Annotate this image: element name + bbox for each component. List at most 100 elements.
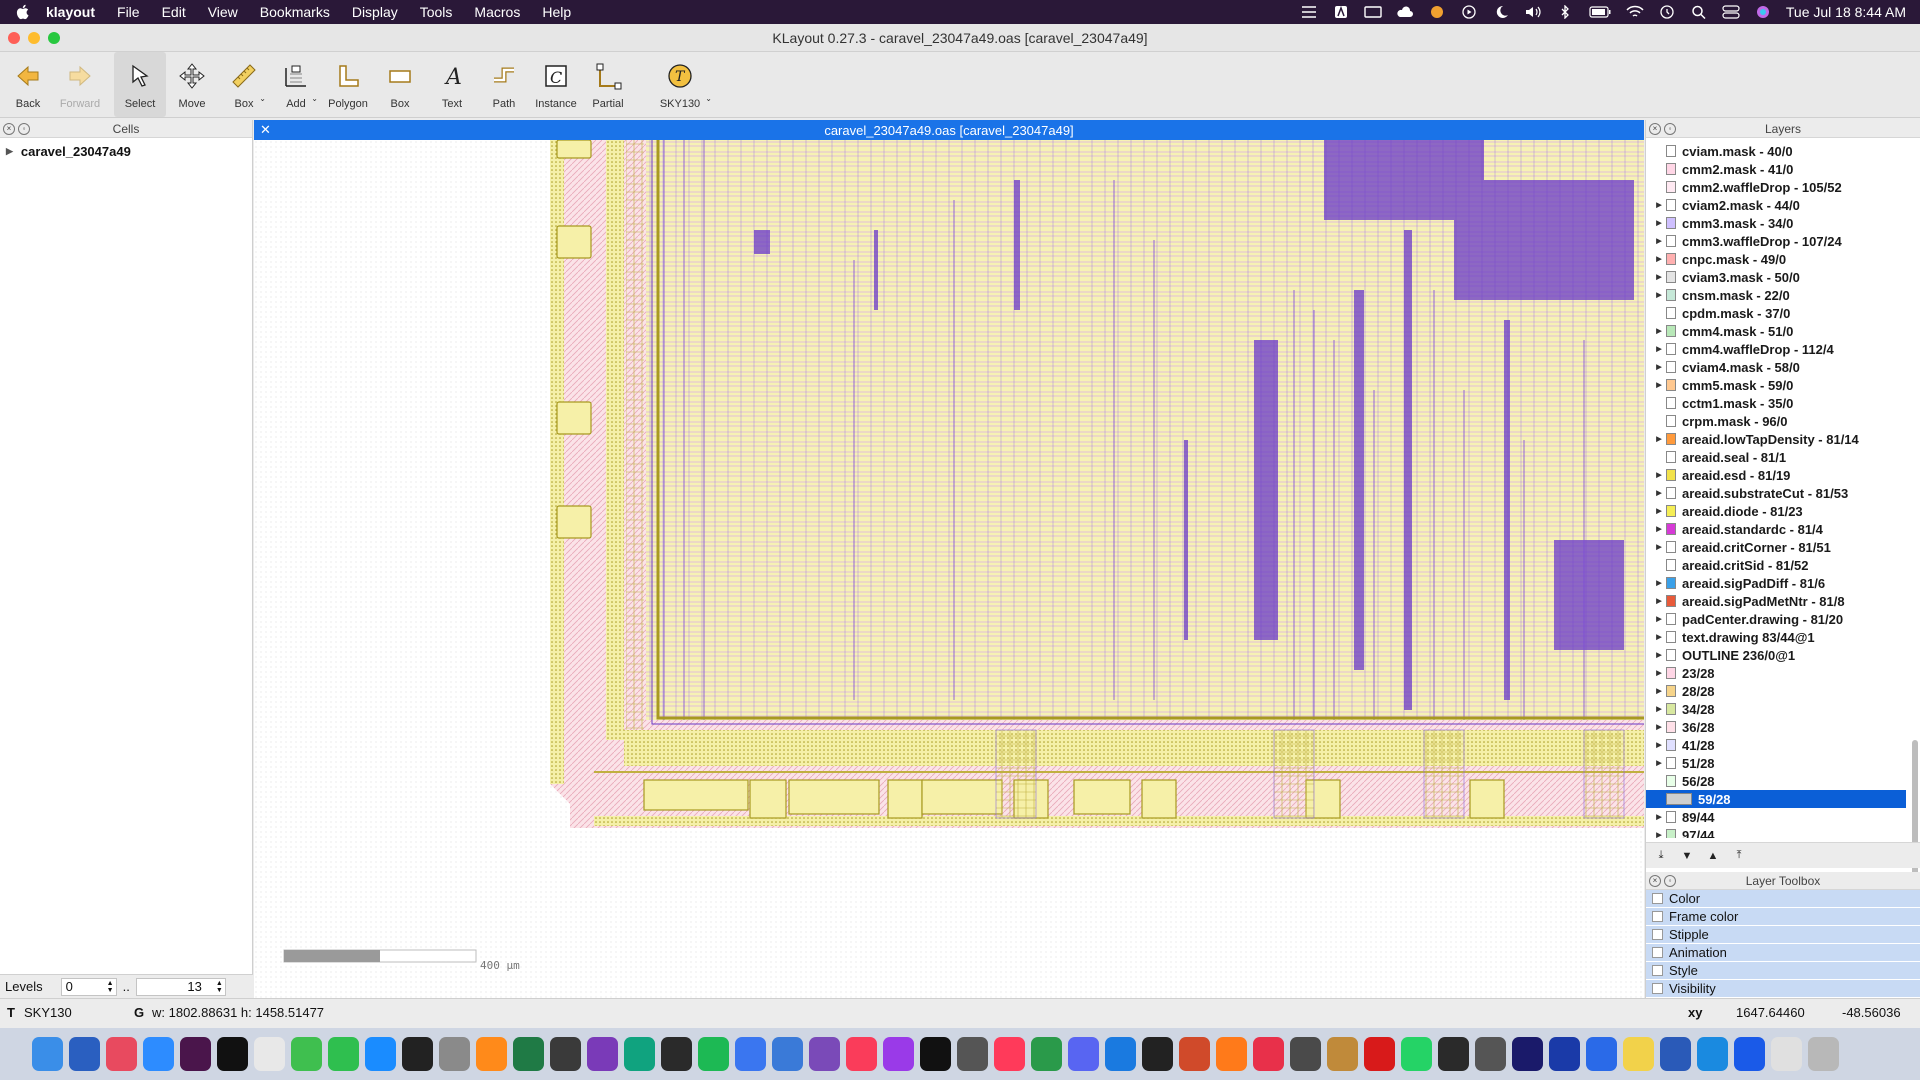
expand-triangle-icon[interactable]: ▶ (1654, 705, 1664, 713)
level-to-stepper[interactable]: 13 ▲ ▼ (135, 977, 226, 996)
excel-icon[interactable] (513, 1037, 544, 1071)
menu-clock[interactable]: Tue Jul 18 8:44 AM (1786, 4, 1906, 20)
layer-row[interactable]: ▶ areaid.sigPadMetNtr - 81/8 (1646, 592, 1906, 610)
text-a-icon[interactable] (1332, 5, 1350, 19)
menu-tools[interactable]: Tools (420, 4, 453, 20)
move-down-icon[interactable]: ▼ (1678, 847, 1696, 865)
layer-row[interactable]: ▶ padCenter.drawing - 81/20 (1646, 610, 1906, 628)
move-up-icon[interactable]: ▲ (1704, 847, 1722, 865)
expand-triangle-icon[interactable]: ▶ (1654, 633, 1664, 641)
expand-triangle-icon[interactable]: ▶ (1654, 543, 1664, 551)
expand-triangle-icon[interactable]: ▶ (1654, 579, 1664, 587)
expand-triangle-icon[interactable]: ▶ (1654, 363, 1664, 371)
layer-row[interactable]: ▶ cmm3.mask - 34/0 (1646, 214, 1906, 232)
launchpad-icon[interactable] (106, 1037, 137, 1071)
layer-row[interactable]: ▶ cviam4.mask - 58/0 (1646, 358, 1906, 376)
vscode-icon[interactable] (1105, 1037, 1136, 1071)
layer-row[interactable]: cviam.mask - 40/0 (1646, 142, 1906, 160)
siri-icon[interactable] (1754, 5, 1772, 19)
zoom-icon[interactable] (143, 1037, 174, 1071)
opera-icon[interactable] (1253, 1037, 1284, 1071)
appstore-icon[interactable] (365, 1037, 396, 1071)
layer-row[interactable]: ▶ cmm5.mask - 59/0 (1646, 376, 1906, 394)
expand-triangle-icon[interactable]: ▶ (1654, 741, 1664, 749)
layer-row[interactable]: ▶ areaid.diode - 81/23 (1646, 502, 1906, 520)
expand-triangle-icon[interactable]: ▶ (1654, 381, 1664, 389)
notes-icon[interactable] (1623, 1037, 1654, 1071)
back-button[interactable]: Back (2, 52, 54, 117)
toolbox-style[interactable]: Style (1646, 962, 1920, 980)
layer-row[interactable]: ▶ cnsm.mask - 22/0 (1646, 286, 1906, 304)
text-tool-button[interactable]: A Text (426, 52, 478, 117)
chat-icon[interactable] (772, 1037, 803, 1071)
cell-tree-item[interactable]: ▶ caravel_23047a49 (0, 142, 252, 160)
books-icon[interactable] (476, 1037, 507, 1071)
technology-button[interactable]: T SKY130 ⌄ (648, 52, 712, 117)
toolbox-color[interactable]: Color (1646, 890, 1920, 908)
layer-row[interactable]: 59/28 (1646, 790, 1906, 808)
gtk-icon[interactable] (1438, 1037, 1469, 1071)
expand-triangle-icon[interactable]: ▶ (1654, 201, 1664, 209)
add-tool-button[interactable]: Add ⌄ (270, 52, 322, 117)
menu-display[interactable]: Display (352, 4, 398, 20)
chevron-down-icon[interactable]: ⌄ (705, 94, 712, 103)
docs-icon[interactable] (1586, 1037, 1617, 1071)
chevron-down-icon[interactable]: ⌄ (311, 94, 318, 103)
podcasts-icon[interactable] (883, 1037, 914, 1071)
layer-row[interactable]: ▶ cnpc.mask - 49/0 (1646, 250, 1906, 268)
expand-triangle-icon[interactable]: ▶ (1654, 327, 1664, 335)
tv-icon[interactable] (920, 1037, 951, 1071)
expand-triangle-icon[interactable]: ▶ (6, 146, 13, 157)
photoshop-icon[interactable] (1549, 1037, 1580, 1071)
layer-row[interactable]: ▶ OUTLINE 236/0@1 (1646, 646, 1906, 664)
xquartz-icon[interactable] (1290, 1037, 1321, 1071)
layer-row[interactable]: ▶ 51/28 (1646, 754, 1906, 772)
chevron-down-icon[interactable]: ⌄ (259, 94, 266, 103)
settings-icon[interactable] (439, 1037, 470, 1071)
layer-row[interactable]: ▶ areaid.lowTapDensity - 81/14 (1646, 430, 1906, 448)
cloud-icon[interactable] (1396, 5, 1414, 19)
float-panel-icon[interactable]: ◦ (18, 122, 30, 135)
layer-row[interactable]: ▶ text.drawing 83/44@1 (1646, 628, 1906, 646)
trash-icon[interactable] (1808, 1037, 1839, 1071)
expand-triangle-icon[interactable]: ▶ (1654, 237, 1664, 245)
partial-tool-button[interactable]: Partial (582, 52, 634, 117)
move-tool-button[interactable]: Move (166, 52, 218, 117)
play-icon[interactable] (1460, 5, 1478, 19)
finder-icon[interactable] (32, 1037, 63, 1071)
layer-row[interactable]: cmm2.waffleDrop - 105/52 (1646, 178, 1906, 196)
pycharm-icon[interactable] (217, 1037, 248, 1071)
klayout-icon[interactable] (550, 1037, 581, 1071)
display-icon[interactable] (1364, 5, 1382, 19)
layout-canvas[interactable]: 400 µm (254, 140, 1644, 998)
zoom-window-button[interactable] (48, 32, 60, 44)
chrome-icon[interactable] (254, 1037, 285, 1071)
toolbox-frame-color[interactable]: Frame color (1646, 908, 1920, 926)
close-panel-icon[interactable]: × (1649, 122, 1661, 135)
whatsapp-icon[interactable] (1401, 1037, 1432, 1071)
close-panel-icon[interactable]: × (3, 122, 15, 135)
news-icon[interactable] (994, 1037, 1025, 1071)
layer-row[interactable]: 56/28 (1646, 772, 1906, 790)
layer-row[interactable]: crpm.mask - 96/0 (1646, 412, 1906, 430)
layer-row[interactable]: ▶ 23/28 (1646, 664, 1906, 682)
layer-row[interactable]: cmm2.mask - 41/0 (1646, 160, 1906, 178)
expand-triangle-icon[interactable]: ▶ (1654, 597, 1664, 605)
signal-icon[interactable] (735, 1037, 766, 1071)
colorful-app-icon[interactable] (1428, 5, 1446, 19)
layer-row[interactable]: ▶ areaid.standardc - 81/4 (1646, 520, 1906, 538)
expand-triangle-icon[interactable]: ▶ (1654, 669, 1664, 677)
layer-row[interactable]: ▶ cmm4.mask - 51/0 (1646, 322, 1906, 340)
activity-icon[interactable] (661, 1037, 692, 1071)
layers-list[interactable]: cviam.mask - 40/0 cmm2.mask - 41/0 cmm2.wa… (1646, 142, 1906, 838)
onenote-icon[interactable] (587, 1037, 618, 1071)
messages-icon[interactable] (291, 1037, 322, 1071)
xcode-icon[interactable] (1697, 1037, 1728, 1071)
layer-row[interactable]: ▶ areaid.sigPadDiff - 81/6 (1646, 574, 1906, 592)
wifi-icon[interactable] (1626, 5, 1644, 19)
stepper-arrows-icon[interactable]: ▲ ▼ (216, 980, 225, 994)
layer-row[interactable]: ▶ 89/44 (1646, 808, 1906, 826)
expand-triangle-icon[interactable]: ▶ (1654, 255, 1664, 263)
layer-row[interactable]: ▶ 34/28 (1646, 700, 1906, 718)
control-center-icon[interactable] (1722, 5, 1740, 19)
